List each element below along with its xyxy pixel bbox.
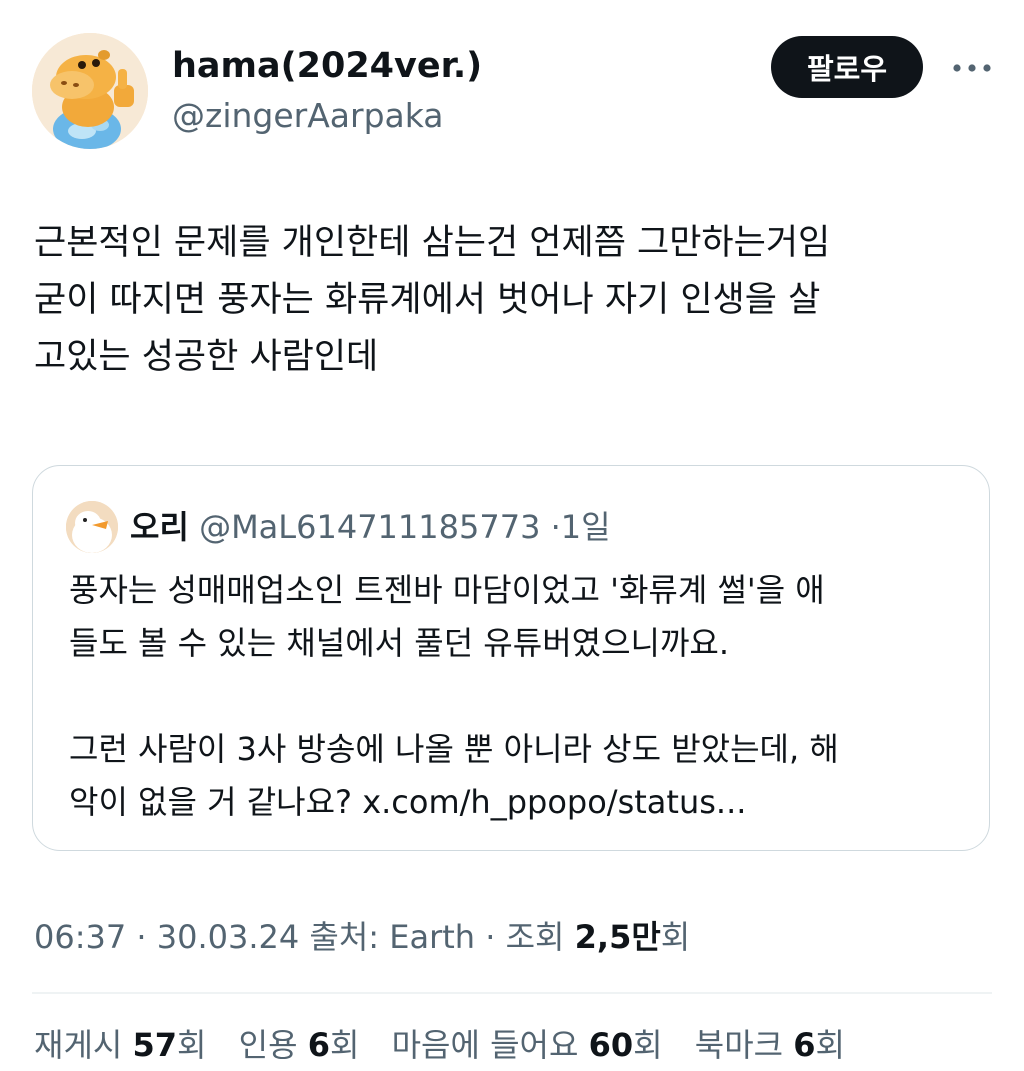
engagement-stats: 재게시 57회 인용 6회 마음에 들어요 60회 북마크 6회 (34, 1020, 867, 1066)
tweet-line: 고있는 성공한 사람인데 (34, 337, 379, 377)
quoted-tweet-card[interactable]: 오리 @MaL614711185773 ·1일 풍자는 성매매업소인 트젠바 마… (32, 465, 990, 851)
duck-avatar[interactable] (66, 501, 118, 553)
quoted-line: 그런 사람이 3사 방송에 나올 뿐 아니라 상도 받았는데, 해 (69, 730, 839, 768)
views-count: 2,5만 (574, 918, 661, 956)
quoted-author-handle[interactable]: @MaL614711185773 (199, 508, 540, 546)
retweets-label: 재게시 (34, 1026, 123, 1064)
quoted-line (69, 670, 969, 723)
quotes-count: 6 (307, 1026, 330, 1064)
tweet-line: 굳이 따지면 풍자는 화류계에서 벗어나 자기 인생을 살 (34, 280, 821, 320)
tweet-header: hama(2024ver.) @zingerAarpaka 팔로우 (0, 0, 1024, 160)
quoted-line: 들도 볼 수 있는 채널에서 풀던 유튜버였으니까요. (69, 624, 730, 662)
likes-count: 60 (588, 1026, 634, 1064)
quoted-tweet-text: 풍자는 성매매업소인 트젠바 마담이었고 '화류계 썰'을 애 들도 볼 수 있… (69, 564, 969, 829)
follow-button[interactable]: 팔로우 (771, 36, 923, 98)
tweet-source: 출처: Earth (309, 918, 476, 956)
dot-separator: · (485, 918, 496, 956)
dot-separator: · (136, 918, 147, 956)
likes-stat[interactable]: 마음에 들어요 60회 (392, 1026, 663, 1064)
views-suffix: 회 (660, 918, 691, 956)
quoted-line: 악이 없을 거 같나요? x.com/h_ppopo/status... (69, 783, 747, 821)
author-handle[interactable]: @zingerAarpaka (172, 96, 444, 135)
quotes-suffix: 회 (329, 1026, 360, 1064)
retweets-suffix: 회 (177, 1026, 207, 1064)
quoted-line: 풍자는 성매매업소인 트젠바 마담이었고 '화류계 썰'을 애 (69, 571, 825, 609)
tweet-text: 근본적인 문제를 개인한테 삼는건 언제쯤 그만하는거임 굳이 따지면 풍자는 … (34, 215, 994, 386)
retweets-count: 57 (132, 1026, 178, 1064)
views-label: 조회 (505, 918, 565, 956)
tweet-date[interactable]: 30.03.24 (157, 918, 300, 956)
likes-label: 마음에 들어요 (391, 1026, 579, 1064)
tweet-meta: 06:37 · 30.03.24 출처: Earth · 조회 2,5만회 (34, 912, 690, 958)
divider (32, 992, 992, 994)
bookmarks-stat[interactable]: 북마크 6회 (695, 1026, 845, 1064)
bookmarks-label: 북마크 (694, 1026, 784, 1064)
dot-separator: · (550, 508, 561, 546)
quotes-label: 인용 (238, 1026, 298, 1064)
hippo-thumbs-up-avatar[interactable] (32, 33, 148, 149)
bookmarks-suffix: 회 (815, 1026, 845, 1064)
retweets-stat[interactable]: 재게시 57회 (34, 1026, 206, 1064)
likes-suffix: 회 (633, 1026, 663, 1064)
quotes-stat[interactable]: 인용 6회 (239, 1026, 360, 1064)
tweet-line: 근본적인 문제를 개인한테 삼는건 언제쯤 그만하는거임 (34, 223, 831, 263)
tweet-time[interactable]: 06:37 (34, 918, 126, 956)
quoted-author-name[interactable]: 오리 (130, 508, 189, 546)
bookmarks-count: 6 (793, 1026, 816, 1064)
quoted-tweet-header: 오리 @MaL614711185773 ·1일 (130, 502, 611, 552)
author-display-name[interactable]: hama(2024ver.) (172, 46, 482, 86)
quoted-tweet-time[interactable]: 1일 (561, 508, 611, 546)
more-horizontal-icon[interactable] (944, 46, 1000, 90)
